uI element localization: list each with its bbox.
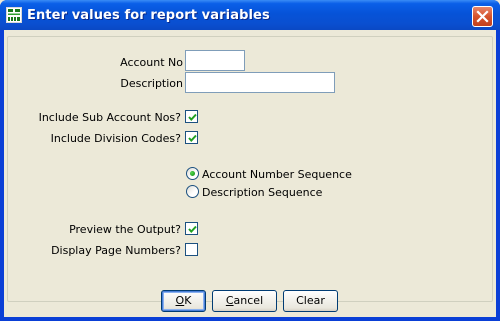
- account-no-label: Account No: [120, 56, 183, 69]
- description-label: Description: [120, 77, 183, 90]
- radio-selected-dot: [190, 171, 195, 176]
- description-sequence-radio[interactable]: [186, 185, 199, 198]
- cancel-button[interactable]: Cancel: [212, 290, 277, 312]
- cancel-mnemonic: C: [225, 294, 234, 307]
- clear-button[interactable]: Clear: [283, 290, 338, 312]
- ok-button[interactable]: OK: [161, 290, 206, 312]
- report-grid-icon: [6, 7, 22, 23]
- description-sequence-label[interactable]: Description Sequence: [202, 186, 322, 199]
- display-page-numbers-checkbox[interactable]: [185, 243, 198, 256]
- window-title: Enter values for report variables: [27, 8, 270, 23]
- include-sub-accounts-checkbox[interactable]: [185, 110, 198, 123]
- cancel-label: ancel: [233, 294, 264, 307]
- preview-output-checkbox[interactable]: [185, 222, 198, 235]
- display-page-numbers-label: Display Page Numbers?: [51, 244, 181, 257]
- dialog-window: Enter values for report variables Accoun…: [0, 0, 500, 321]
- account-number-sequence-radio[interactable]: [186, 167, 199, 180]
- include-division-codes-label: Include Division Codes?: [50, 132, 181, 145]
- ok-mnemonic: O: [175, 294, 185, 307]
- account-number-sequence-label[interactable]: Account Number Sequence: [202, 168, 352, 181]
- include-division-codes-checkbox[interactable]: [185, 131, 198, 144]
- ok-label: K: [184, 294, 192, 307]
- include-sub-accounts-label: Include Sub Account Nos?: [38, 111, 181, 124]
- checkmark-icon: [188, 225, 197, 233]
- checkmark-icon: [188, 113, 197, 121]
- dialog-body: Account No Description Include Sub Accou…: [4, 30, 496, 317]
- description-input[interactable]: [185, 72, 335, 93]
- checkmark-icon: [188, 134, 197, 142]
- close-button[interactable]: [472, 6, 493, 27]
- preview-output-label: Preview the Output?: [69, 223, 181, 236]
- account-no-input[interactable]: [185, 50, 245, 71]
- title-bar[interactable]: Enter values for report variables: [0, 0, 500, 30]
